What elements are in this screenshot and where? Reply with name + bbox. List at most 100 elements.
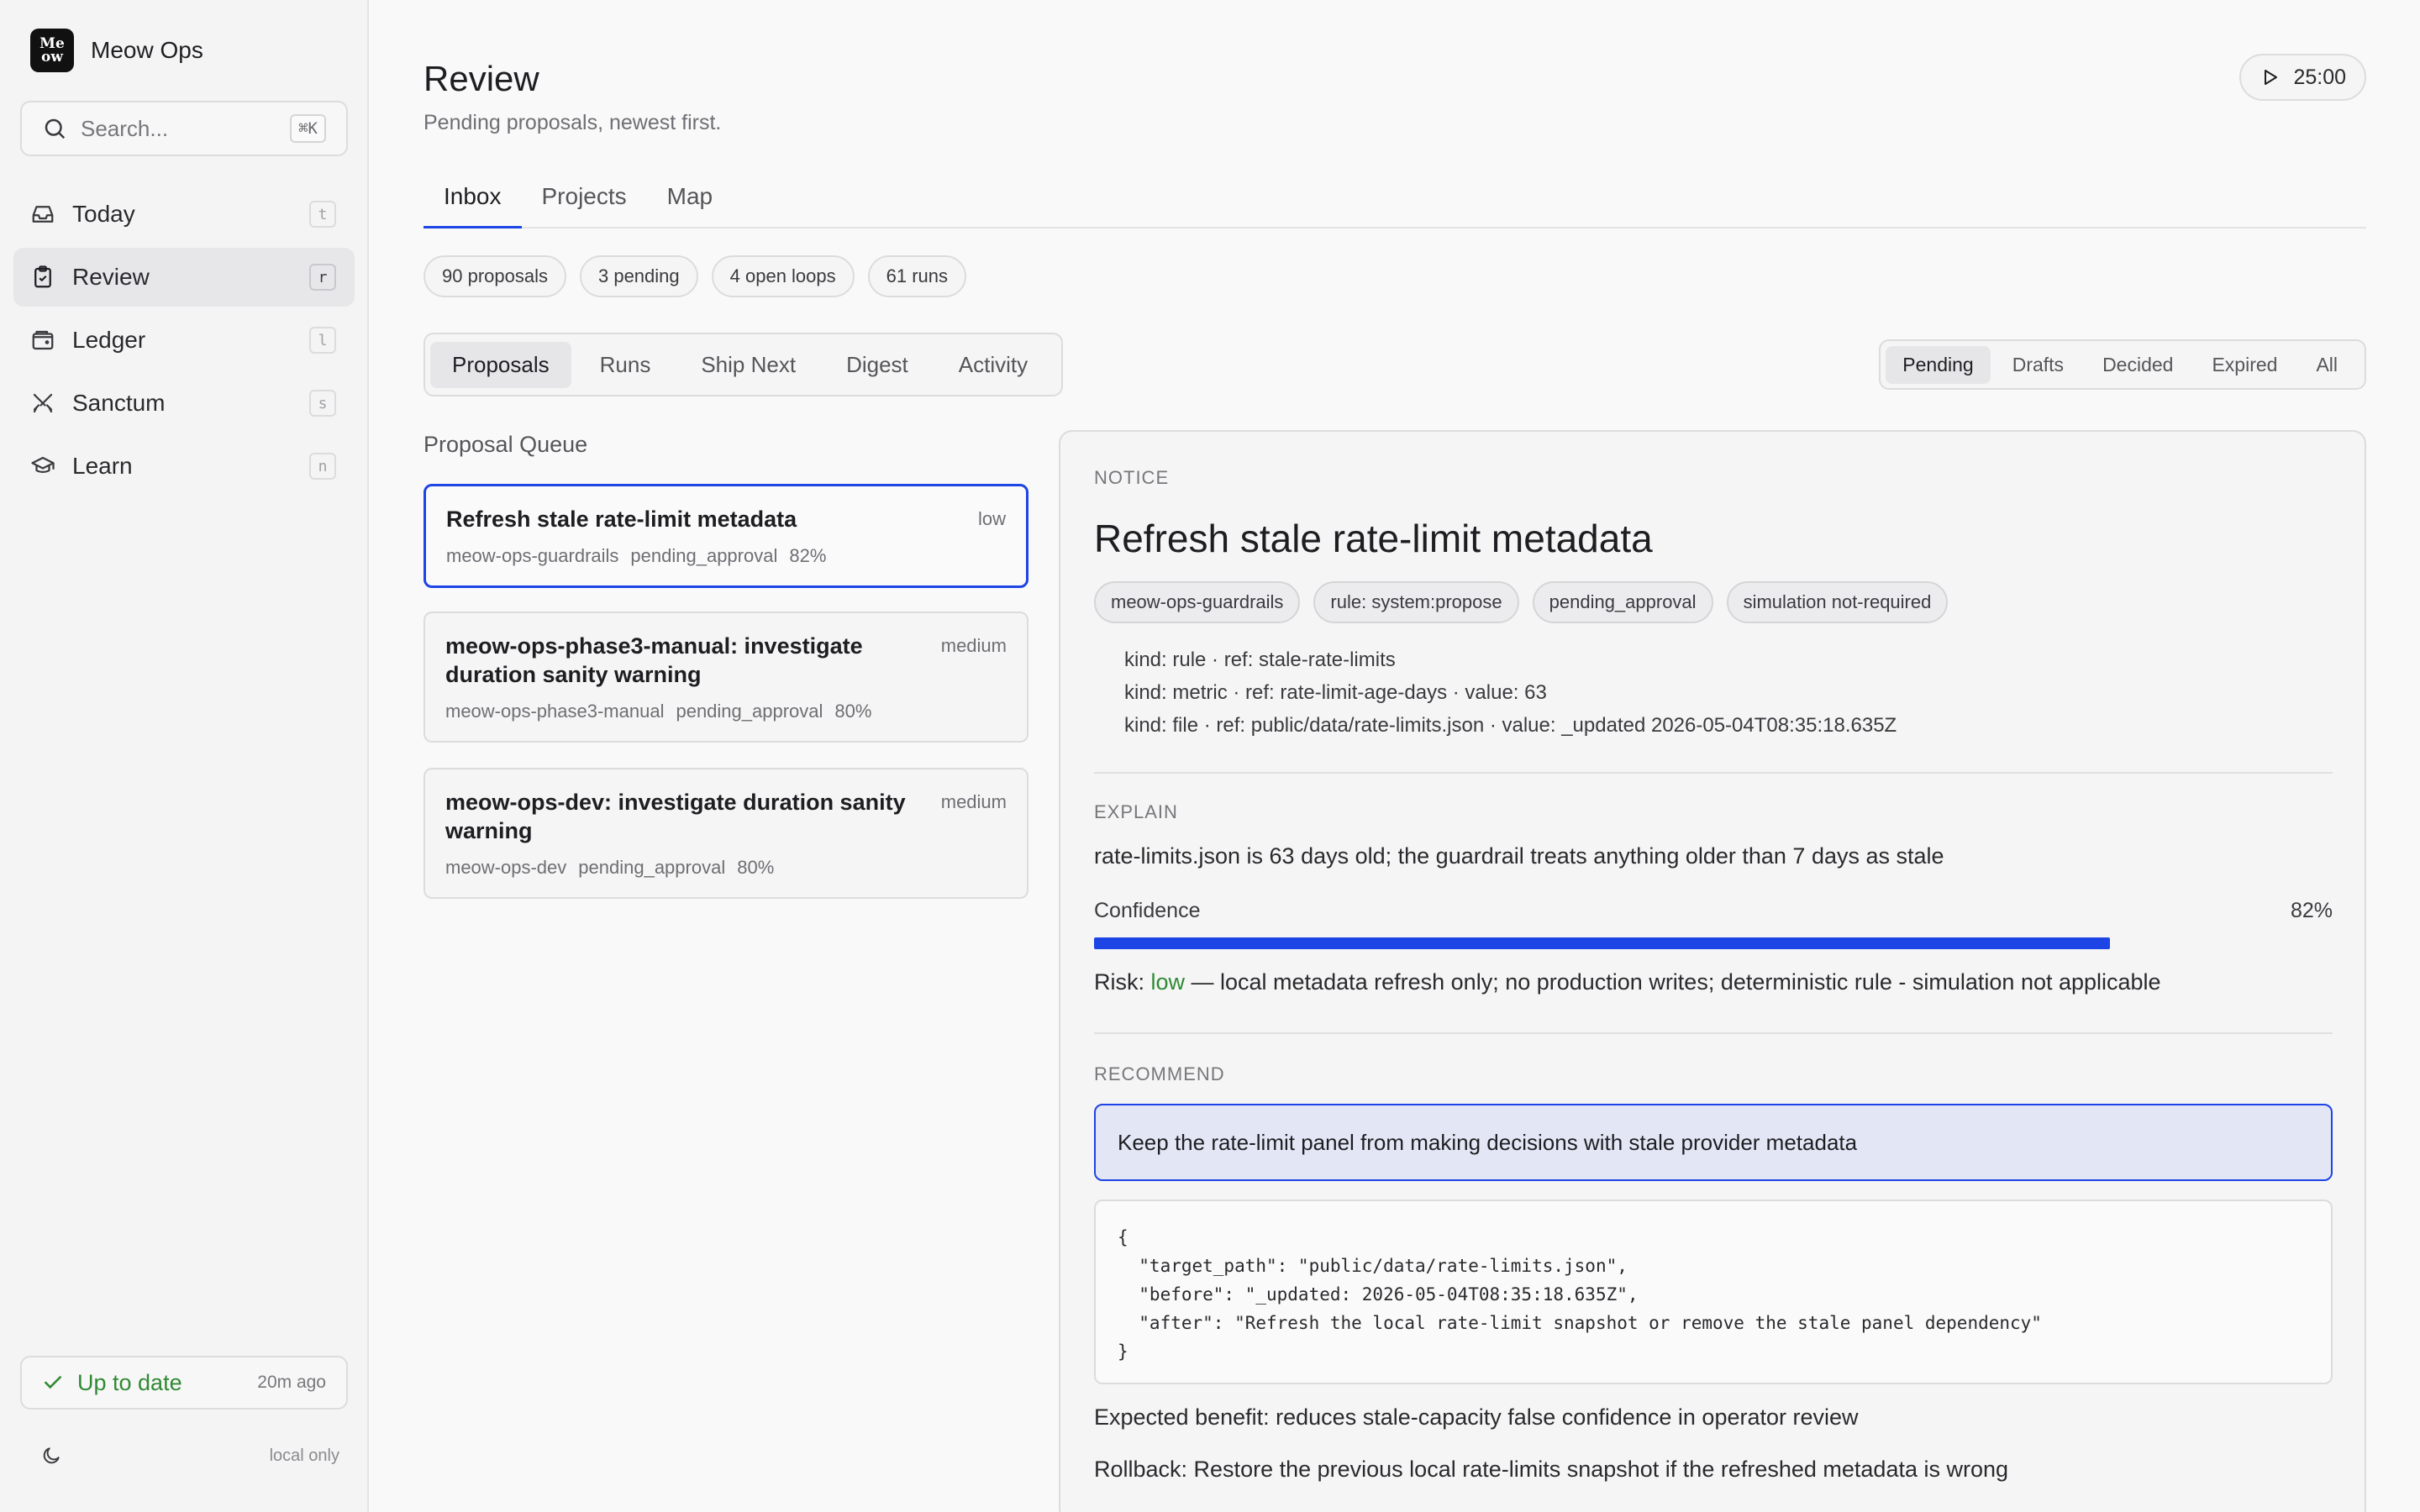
tab-projects[interactable]: Projects: [522, 173, 647, 228]
sidebar-item-sanctum[interactable]: Sanctum s: [13, 374, 355, 433]
filter-pending[interactable]: Pending: [1886, 345, 1991, 384]
swords-icon: [33, 393, 53, 413]
main-tabs: Inbox Projects Map: [424, 173, 2366, 228]
tag-simulation: simulation not-required: [1726, 581, 1949, 623]
proposal-status: pending_approval: [676, 701, 823, 722]
shortcut-key: n: [309, 453, 336, 480]
confidence-value: 82%: [2290, 899, 2333, 922]
storage-mode: local only: [269, 1446, 339, 1465]
sidebar-nav: Today t Review r Ledger l Sanctum s Lear…: [13, 185, 355, 500]
recommendation-box[interactable]: Keep the rate-limit panel from making de…: [1094, 1104, 2333, 1181]
expected-benefit: Expected benefit: reduces stale-capacity…: [1094, 1404, 1859, 1430]
sidebar-item-review[interactable]: Review r: [13, 248, 355, 307]
inbox-icon: [32, 206, 54, 223]
proposal-card[interactable]: meow-ops-dev: investigate duration sanit…: [424, 768, 1028, 899]
risk-line: Risk: low — local metadata refresh only;…: [1094, 969, 2161, 995]
proposal-title: meow-ops-phase3-manual: investigate dura…: [445, 633, 863, 687]
risk-detail: — local metadata refresh only; no produc…: [1185, 969, 2161, 995]
view-digest[interactable]: Digest: [824, 342, 930, 388]
proposal-status: pending_approval: [630, 545, 778, 566]
view-proposals[interactable]: Proposals: [430, 341, 571, 388]
proposal-project: meow-ops-dev: [445, 857, 567, 878]
ref-line: kind: metric · ref: rate-limit-age-days …: [1124, 681, 1547, 704]
filter-decided[interactable]: Decided: [2086, 346, 2190, 384]
sidebar-item-ledger[interactable]: Ledger l: [13, 311, 355, 370]
queue-heading: Proposal Queue: [424, 432, 588, 457]
stat-runs: 61 runs: [867, 255, 967, 297]
view-runs[interactable]: Runs: [578, 342, 673, 388]
clipboard-icon: [34, 265, 51, 288]
proposal-confidence: 80%: [834, 701, 872, 722]
proposal-detail-panel: NOTICE Refresh stale rate-limit metadata…: [1059, 430, 2366, 1512]
proposal-confidence: 82%: [789, 545, 827, 566]
sidebar: Me ow Meow Ops Search... ⌘K Today t Revi…: [0, 0, 369, 1512]
focus-timer-button[interactable]: 25:00: [2239, 54, 2366, 101]
proposal-card[interactable]: Refresh stale rate-limit metadata low me…: [424, 484, 1028, 588]
evidence-refs: kind: rule · ref: stale-rate-limits kind…: [1124, 643, 1897, 742]
ref-line: kind: file · ref: public/data/rate-limit…: [1124, 714, 1897, 737]
divider: [1094, 1032, 2333, 1034]
ref-line: kind: rule · ref: stale-rate-limits: [1124, 648, 1396, 671]
sidebar-item-label: Review: [72, 264, 150, 290]
timer-value: 25:00: [2293, 65, 2346, 89]
search-input[interactable]: Search... ⌘K: [20, 101, 348, 156]
shortcut-key: l: [309, 327, 336, 354]
confidence-bar-fill: [1094, 937, 2110, 949]
view-activity[interactable]: Activity: [937, 342, 1050, 388]
sidebar-item-label: Ledger: [72, 327, 146, 353]
graduation-cap-icon: [31, 456, 55, 473]
recommendation-text: Keep the rate-limit panel from making de…: [1118, 1129, 1858, 1155]
sidebar-footer: local only: [40, 1445, 339, 1467]
filter-drafts[interactable]: Drafts: [1996, 346, 2081, 384]
proposal-detail-title: Refresh stale rate-limit metadata: [1094, 517, 1653, 560]
play-icon: [2265, 70, 2278, 85]
stat-pending: 3 pending: [579, 255, 698, 297]
rollback-plan: Rollback: Restore the previous local rat…: [1094, 1457, 2009, 1482]
shortcut-key: s: [309, 390, 336, 417]
explain-label: EXPLAIN: [1094, 801, 1178, 822]
view-ship-next[interactable]: Ship Next: [679, 342, 818, 388]
sync-time: 20m ago: [257, 1373, 326, 1392]
sidebar-item-learn[interactable]: Learn n: [13, 437, 355, 496]
divider: [1094, 772, 2333, 774]
proposal-project: meow-ops-phase3-manual: [445, 701, 665, 722]
sidebar-item-label: Learn: [72, 453, 133, 479]
notice-label: NOTICE: [1094, 467, 1170, 488]
proposal-confidence: 80%: [737, 857, 775, 878]
filter-all[interactable]: All: [2299, 346, 2354, 384]
status-filter: Pending Drafts Decided Expired All: [1879, 339, 2366, 390]
app-logo: Me ow: [30, 29, 74, 72]
sidebar-item-label: Sanctum: [72, 390, 166, 416]
tag-project: meow-ops-guardrails: [1094, 581, 1301, 623]
wallet-icon: [32, 330, 54, 350]
risk-badge: medium: [940, 635, 1007, 656]
main-content: Review Pending proposals, newest first. …: [424, 0, 2366, 1512]
tag-status: pending_approval: [1532, 581, 1713, 623]
sidebar-item-today[interactable]: Today t: [13, 185, 355, 244]
view-switcher: Proposals Runs Ship Next Digest Activity: [424, 333, 1064, 396]
tab-inbox[interactable]: Inbox: [424, 173, 522, 228]
explain-text: rate-limits.json is 63 days old; the gua…: [1094, 843, 1944, 869]
risk-badge: low: [977, 508, 1006, 529]
risk-badge: medium: [940, 791, 1007, 812]
proposal-project: meow-ops-guardrails: [446, 545, 619, 566]
filter-expired[interactable]: Expired: [2195, 346, 2294, 384]
proposal-title: Refresh stale rate-limit metadata: [446, 507, 797, 532]
app-name: Meow Ops: [91, 37, 203, 63]
tab-map[interactable]: Map: [647, 173, 733, 228]
shortcut-key: r: [309, 264, 336, 291]
search-shortcut: ⌘K: [290, 114, 326, 143]
confidence-label: Confidence: [1094, 899, 1201, 922]
tag-rule: rule: system:propose: [1313, 581, 1519, 623]
page-title: Review: [424, 59, 539, 98]
search-placeholder: Search...: [81, 115, 169, 141]
page-subtitle: Pending proposals, newest first.: [424, 111, 722, 134]
stat-open-loops: 4 open loops: [711, 255, 855, 297]
stat-proposals: 90 proposals: [424, 255, 566, 297]
logo-text-bottom: ow: [41, 49, 63, 66]
moon-icon[interactable]: [40, 1445, 62, 1467]
proposal-card[interactable]: meow-ops-phase3-manual: investigate dura…: [424, 612, 1028, 743]
brand[interactable]: Me ow Meow Ops: [30, 29, 203, 72]
confidence-bar: [1094, 937, 2333, 949]
sync-status[interactable]: Up to date 20m ago: [20, 1356, 348, 1410]
